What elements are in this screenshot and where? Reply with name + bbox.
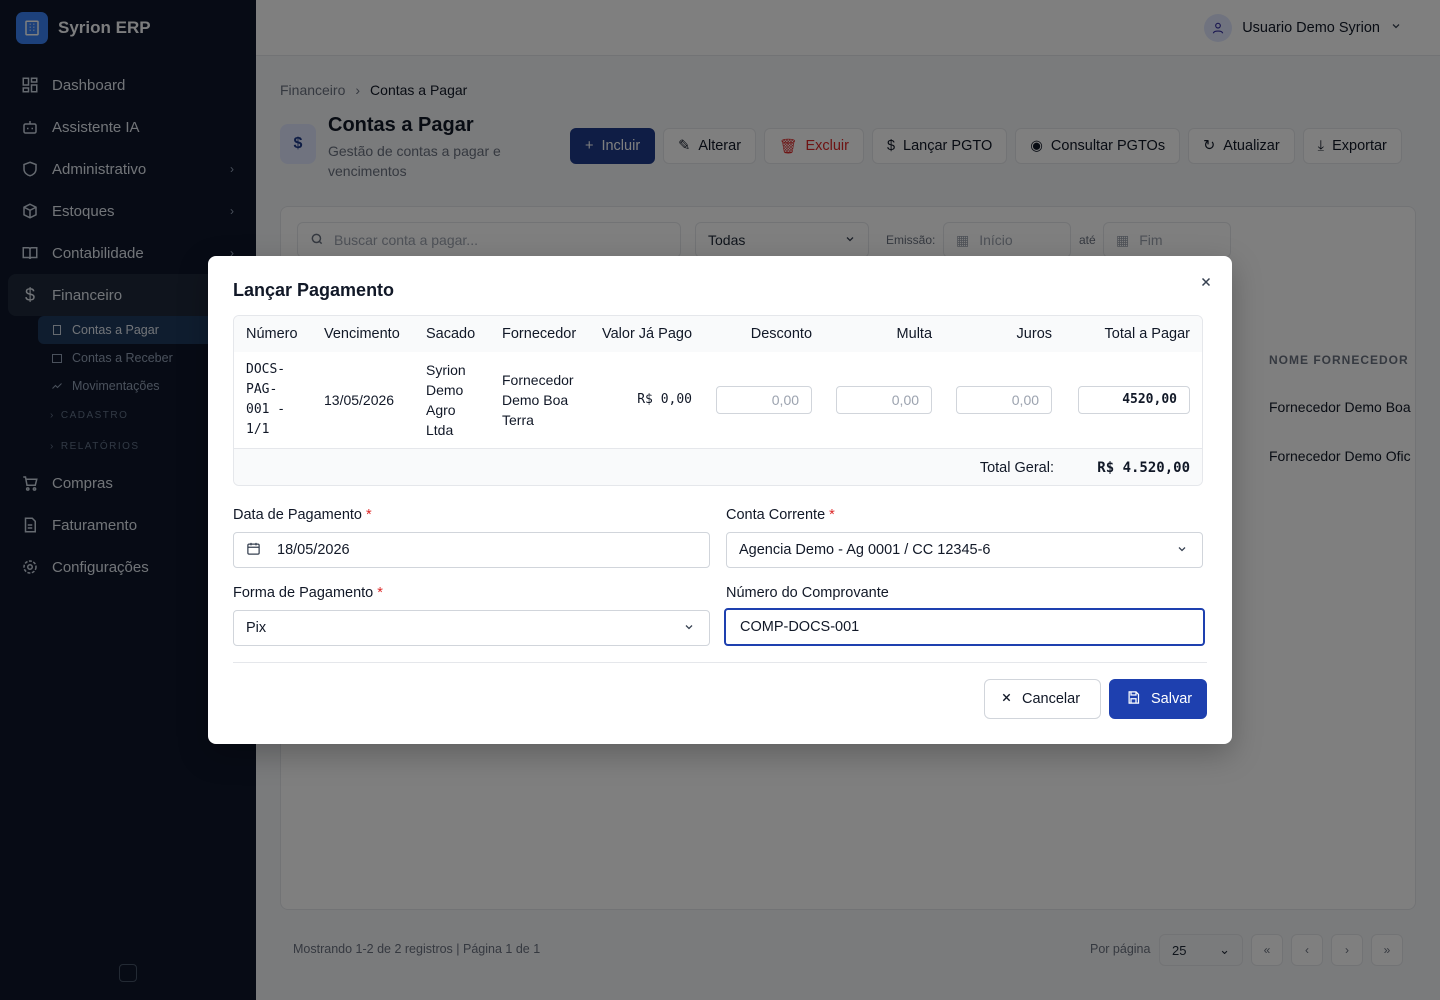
column-header-fornecedor: Fornecedor [490, 316, 590, 352]
desconto-input[interactable]: 0,00 [716, 385, 813, 414]
conta-corrente-label: Conta Corrente * [726, 507, 835, 523]
button-label: Cancelar [1022, 691, 1081, 707]
total-input[interactable]: 4520,00 [1078, 385, 1190, 414]
field-label-text: Forma de Pagamento [233, 585, 374, 601]
field-label-text: Número do Comprovante [726, 585, 889, 601]
cell-valor-pago: R$ 0,00 [590, 352, 705, 449]
field-value: Pix [246, 620, 267, 636]
total-label: Total Geral: [979, 460, 1054, 476]
forma-pagamento-select[interactable]: Pix [233, 610, 710, 646]
required-mark: * [366, 507, 372, 523]
column-header-multa: Multa [824, 316, 945, 352]
column-header-numero: Número [234, 316, 312, 352]
cell-desconto: 0,00 [704, 352, 825, 449]
comprovante-input[interactable]: COMP-DOCS-001 [724, 608, 1205, 646]
column-header-total: Total a Pagar [1064, 316, 1202, 352]
data-pagamento-input[interactable]: 18/05/2026 [233, 532, 710, 568]
column-header-valor-pago: Valor Já Pago [590, 316, 705, 352]
cell-sacado: Syrion Demo Agro Ltda [414, 352, 490, 449]
field-label-text: Data de Pagamento [233, 507, 362, 523]
cell-juros: 0,00 [944, 352, 1065, 449]
divider [233, 662, 1207, 663]
close-icon[interactable] [1198, 274, 1214, 290]
button-label: Salvar [1151, 691, 1193, 707]
field-value: 18/05/2026 [277, 542, 350, 558]
chevron-down-icon [683, 621, 695, 637]
cell-multa: 0,00 [824, 352, 945, 449]
data-pagamento-label: Data de Pagamento * [233, 507, 372, 523]
payment-modal: Lançar Pagamento Número Vencimento Sacad… [208, 256, 1232, 744]
chevron-down-icon [1176, 543, 1188, 559]
save-button[interactable]: Salvar [1109, 679, 1207, 719]
required-mark: * [829, 507, 835, 523]
column-header-desconto: Desconto [704, 316, 825, 352]
comprovante-label: Número do Comprovante [726, 585, 889, 601]
cell-vencimento: 13/05/2026 [312, 352, 414, 449]
juros-input[interactable]: 0,00 [956, 385, 1053, 414]
multa-input[interactable]: 0,00 [836, 385, 933, 414]
column-header-vencimento: Vencimento [312, 316, 414, 352]
cell-numero: DOCS-PAG-001 - 1/1 [234, 352, 312, 449]
total-value: R$ 4.520,00 [1097, 460, 1190, 476]
cancel-button[interactable]: Cancelar [984, 679, 1101, 719]
field-label-text: Conta Corrente [726, 507, 826, 523]
forma-pagamento-label: Forma de Pagamento * [233, 585, 383, 601]
field-value: COMP-DOCS-001 [740, 619, 860, 635]
column-header-juros: Juros [944, 316, 1065, 352]
total-row: Total Geral: R$ 4.520,00 [234, 449, 1202, 485]
required-mark: * [377, 585, 383, 601]
save-icon [1126, 690, 1141, 709]
column-header-sacado: Sacado [414, 316, 490, 352]
table-row: DOCS-PAG-001 - 1/1 13/05/2026 Syrion Dem… [234, 352, 1202, 449]
cell-total: 4520,00 [1064, 352, 1202, 449]
calendar-icon [246, 541, 261, 560]
field-value: Agencia Demo - Ag 0001 / CC 12345-6 [739, 542, 991, 558]
cell-fornecedor: Fornecedor Demo Boa Terra [490, 352, 590, 449]
close-icon [1001, 691, 1012, 707]
payment-table: Número Vencimento Sacado Fornecedor Valo… [233, 315, 1203, 486]
modal-title: Lançar Pagamento [233, 280, 395, 300]
conta-corrente-select[interactable]: Agencia Demo - Ag 0001 / CC 12345-6 [726, 532, 1203, 568]
